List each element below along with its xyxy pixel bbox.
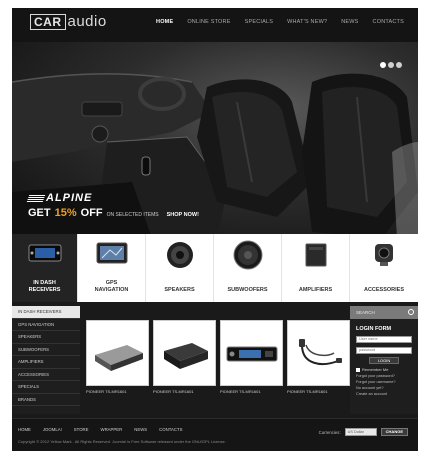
- username-field[interactable]: User name: [356, 336, 412, 343]
- promo-off: OFF: [80, 207, 103, 219]
- slide-dot[interactable]: [380, 62, 386, 68]
- sidebar-item-amplifiers[interactable]: AMPLIFIERS: [12, 356, 80, 369]
- category-strip: IN DASH RECEIVERS GPS NAVIGATION SPEAKERS: [12, 234, 418, 302]
- search-bar[interactable]: SEARCH: [350, 306, 418, 319]
- sidebar-item-gps-navigation[interactable]: GPS NAVIGATION: [12, 319, 80, 331]
- promo-text: ALPINE GET 15% OFF ON SELECTED ITEMS SHO…: [26, 192, 199, 219]
- forgot-username-link[interactable]: Forgot your username?: [356, 380, 418, 384]
- password-field[interactable]: password: [356, 347, 412, 354]
- speaker-icon: [166, 242, 193, 268]
- accessory-icon: [375, 244, 393, 266]
- hero-banner[interactable]: ALPINE GET 15% OFF ON SELECTED ITEMS SHO…: [12, 42, 418, 238]
- category-in-dash-receivers[interactable]: IN DASH RECEIVERS: [12, 234, 78, 302]
- category-speakers[interactable]: SPEAKERS: [146, 234, 214, 302]
- amplifier-product-icon: [95, 345, 143, 371]
- category-label: ACCESSORIES: [363, 287, 405, 293]
- footer-nav-contacts[interactable]: CONTACTS: [159, 427, 182, 432]
- amplifier-icon: [305, 243, 326, 267]
- copyright-text: Copyright © 2012 Yellow Mark . All Right…: [18, 439, 226, 444]
- sidebar-item-in-dash-receivers[interactable]: IN DASH RECEIVERS: [12, 306, 80, 319]
- category-label: SUBWOOFERS: [227, 287, 268, 293]
- footer-nav-news[interactable]: NEWS: [134, 427, 147, 432]
- promo-get: GET: [28, 207, 51, 219]
- right-column: SEARCH LOGIN FORM User name password LOG…: [350, 306, 418, 414]
- brand-logo: ALPINE: [26, 192, 199, 204]
- gps-navigation-icon: [96, 242, 127, 264]
- category-accessories[interactable]: ACCESSORIES: [350, 234, 418, 302]
- logo-boxed-text: CAR: [30, 14, 66, 30]
- head-unit-product-icon: [226, 346, 278, 362]
- product-name[interactable]: PIONEER TS-MR1601: [220, 389, 283, 394]
- product-list: PIONEER TS-MR1601 PIONEER TS-MR1601 PION…: [86, 320, 350, 400]
- product-image[interactable]: [153, 320, 216, 386]
- header: CAR audio HOME ONLINE STORE SPECIALS WHA…: [12, 8, 418, 42]
- top-navigation: HOME ONLINE STORE SPECIALS WHAT'S NEW? N…: [142, 19, 404, 25]
- sidebar-item-speakers[interactable]: SPEAKERS: [12, 331, 80, 344]
- slide-dot[interactable]: [388, 62, 394, 68]
- no-account-text: No account yet?: [356, 386, 384, 390]
- search-label: SEARCH: [356, 310, 375, 315]
- search-icon[interactable]: [408, 309, 414, 315]
- footer: HOME JOOMLA! STORE WRAPPER NEWS CONTACTS…: [12, 418, 418, 451]
- brand-stripes-icon: [26, 194, 46, 202]
- product-card[interactable]: PIONEER TS-MR1601: [86, 320, 149, 400]
- currency-selector: Currencies: US Dollar CHANGE: [319, 428, 408, 436]
- sidebar-item-subwoofers[interactable]: SUBWOOFERS: [12, 344, 80, 356]
- subwoofer-icon: [233, 240, 262, 270]
- forgot-password-link[interactable]: Forgot your password?: [356, 374, 418, 378]
- brand-name: ALPINE: [46, 192, 93, 204]
- slide-indicators: [380, 62, 402, 68]
- product-card[interactable]: PIONEER TS-MR1601: [153, 320, 216, 400]
- nav-home[interactable]: HOME: [156, 19, 173, 25]
- product-name[interactable]: PIONEER TS-MR1601: [153, 389, 216, 394]
- cable-product-icon: [299, 339, 342, 365]
- promo-percent: 15%: [54, 207, 77, 219]
- category-label: IN DASH RECEIVERS: [28, 280, 61, 293]
- nav-news[interactable]: NEWS: [341, 19, 358, 25]
- footer-nav-home[interactable]: HOME: [18, 427, 31, 432]
- footer-nav-joomla[interactable]: JOOMLA!: [43, 427, 62, 432]
- footer-nav-wrapper[interactable]: WRAPPER: [101, 427, 123, 432]
- product-image[interactable]: [287, 320, 350, 386]
- page-frame: CAR audio HOME ONLINE STORE SPECIALS WHA…: [12, 8, 418, 451]
- login-button[interactable]: LOGIN: [369, 357, 399, 364]
- category-gps-navigation[interactable]: GPS NAVIGATION: [78, 234, 146, 302]
- remember-label: Remember Me: [362, 367, 389, 372]
- footer-navigation: HOME JOOMLA! STORE WRAPPER NEWS CONTACTS: [18, 427, 182, 432]
- category-sidebar: IN DASH RECEIVERS GPS NAVIGATION SPEAKER…: [12, 306, 80, 414]
- login-title: LOGIN FORM: [356, 326, 392, 332]
- currency-select[interactable]: US Dollar: [344, 428, 377, 436]
- category-subwoofers[interactable]: SUBWOOFERS: [214, 234, 282, 302]
- remember-checkbox[interactable]: [356, 367, 360, 372]
- footer-nav-store[interactable]: STORE: [74, 427, 89, 432]
- create-account-link[interactable]: Create an account: [356, 392, 418, 396]
- product-name[interactable]: PIONEER TS-MR1601: [86, 389, 149, 394]
- logo[interactable]: CAR audio: [30, 14, 107, 30]
- shop-now-link[interactable]: SHOP NOW!: [167, 212, 199, 218]
- product-name[interactable]: PIONEER TS-MR1601: [287, 389, 350, 394]
- amplifier-product-icon: [164, 343, 208, 369]
- product-card[interactable]: PIONEER TS-MR1601: [287, 320, 350, 400]
- product-image[interactable]: [86, 320, 149, 386]
- remember-me[interactable]: Remember Me: [356, 367, 418, 372]
- category-amplifiers[interactable]: AMPLIFIERS: [282, 234, 350, 302]
- sidebar-item-brands[interactable]: BRANDS: [12, 394, 80, 406]
- in-dash-receiver-icon: [28, 244, 61, 262]
- sidebar-item-specials[interactable]: SPECIALS: [12, 381, 80, 394]
- promo-small-text: ON SELECTED ITEMS: [106, 212, 159, 218]
- category-label: GPS NAVIGATION: [94, 280, 129, 293]
- sidebar-item-accessories[interactable]: ACCESSORIES: [12, 369, 80, 381]
- slide-dot[interactable]: [396, 62, 402, 68]
- nav-contacts[interactable]: CONTACTS: [373, 19, 404, 25]
- product-card[interactable]: PIONEER TS-MR1601: [220, 320, 283, 400]
- logo-text: audio: [67, 13, 107, 30]
- currency-label: Currencies:: [318, 429, 341, 435]
- nav-specials[interactable]: SPECIALS: [245, 19, 274, 25]
- category-label: AMPLIFIERS: [298, 287, 333, 293]
- category-label: SPEAKERS: [164, 287, 195, 293]
- nav-online-store[interactable]: ONLINE STORE: [187, 19, 230, 25]
- change-currency-button[interactable]: CHANGE: [380, 428, 408, 436]
- nav-whats-new[interactable]: WHAT'S NEW?: [287, 19, 327, 25]
- product-image[interactable]: [220, 320, 283, 386]
